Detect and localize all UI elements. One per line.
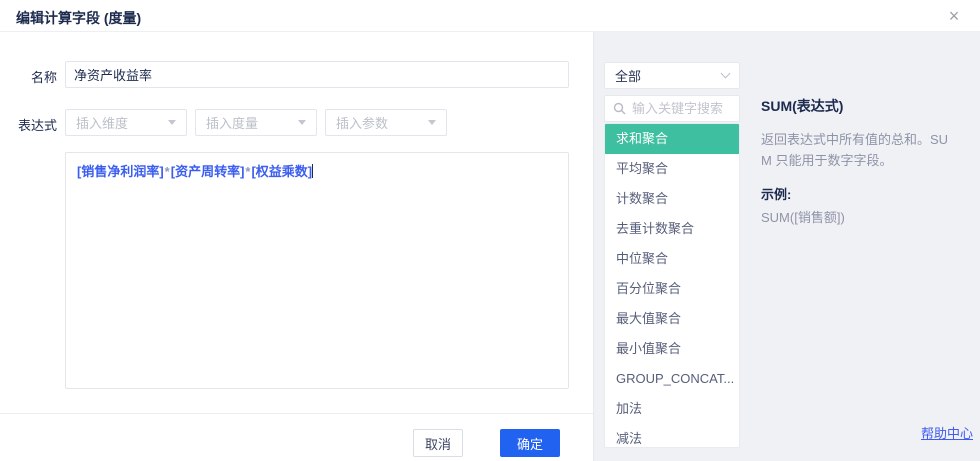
expression-editor[interactable]: [销售净利润率]*[资产周转率]*[权益乘数]: [65, 152, 569, 389]
insert-dimension-dropdown[interactable]: 插入维度: [65, 109, 187, 136]
function-reference-section: 全部 求和聚合 平均聚合 计数聚合 去重计数聚合 中位聚合 百分位聚合 最大值聚…: [593, 32, 980, 461]
expression-label: 表达式: [10, 115, 57, 134]
function-list-item[interactable]: 去重计数聚合: [605, 214, 739, 244]
function-list-item[interactable]: 最小值聚合: [605, 334, 739, 364]
function-list-item[interactable]: GROUP_CONCAT...: [605, 364, 739, 394]
function-doc-example: SUM([销售额]): [761, 207, 966, 226]
dialog-title: 编辑计算字段 (度量): [16, 8, 141, 28]
insert-dimension-placeholder: 插入维度: [76, 113, 168, 132]
form-section: 名称 表达式 插入维度 插入度量 插入参数 [销售净利润率]*[资产周转率]*[…: [0, 32, 593, 461]
function-list-item[interactable]: 平均聚合: [605, 154, 739, 184]
function-list-item[interactable]: 最大值聚合: [605, 304, 739, 334]
function-list: 求和聚合 平均聚合 计数聚合 去重计数聚合 中位聚合 百分位聚合 最大值聚合 最…: [604, 123, 740, 448]
insert-measure-dropdown[interactable]: 插入度量: [195, 109, 317, 136]
function-doc-description: 返回表达式中所有值的总和。SUM 只能用于数字字段。: [761, 129, 949, 171]
insert-parameter-placeholder: 插入参数: [336, 113, 428, 132]
function-list-item[interactable]: 计数聚合: [605, 184, 739, 214]
confirm-button[interactable]: 确定: [500, 429, 560, 457]
insert-measure-placeholder: 插入度量: [206, 113, 298, 132]
function-list-item[interactable]: 减法: [605, 424, 739, 448]
function-doc-panel: SUM(表达式) 返回表达式中所有值的总和。SUM 只能用于数字字段。 示例: …: [761, 96, 966, 226]
caret-down-icon: [168, 120, 176, 125]
name-input[interactable]: [65, 61, 569, 88]
function-search-input[interactable]: [632, 101, 731, 116]
function-doc-title: SUM(表达式): [761, 96, 966, 116]
dialog-footer: 取消 确定: [0, 413, 593, 461]
insert-parameter-dropdown[interactable]: 插入参数: [325, 109, 447, 136]
expression-field-token: [销售净利润率]: [77, 164, 164, 179]
function-search-box: [604, 95, 740, 122]
expression-field-token: [权益乘数]: [251, 164, 312, 179]
chevron-down-icon: [721, 69, 731, 79]
function-doc-example-label: 示例:: [761, 184, 966, 203]
name-label: 名称: [17, 67, 57, 86]
expression-operator: *: [164, 164, 171, 179]
caret-down-icon: [298, 120, 306, 125]
function-list-item[interactable]: 中位聚合: [605, 244, 739, 274]
text-cursor: [312, 164, 313, 178]
search-icon: [613, 102, 626, 115]
function-list-item[interactable]: 求和聚合: [605, 124, 739, 154]
cancel-button[interactable]: 取消: [413, 429, 463, 457]
caret-down-icon: [428, 120, 436, 125]
expression-field-token: [资产周转率]: [171, 164, 245, 179]
dialog-header: 编辑计算字段 (度量) ×: [0, 0, 980, 32]
edit-calculated-field-dialog: 编辑计算字段 (度量) × 名称 表达式 插入维度 插入度量 插入参数 [销售净…: [0, 0, 980, 461]
function-list-item[interactable]: 加法: [605, 394, 739, 424]
help-center-link[interactable]: 帮助中心: [921, 423, 973, 442]
function-category-dropdown[interactable]: 全部: [604, 62, 740, 89]
function-category-value: 全部: [615, 66, 722, 85]
close-icon[interactable]: ×: [944, 4, 964, 28]
function-list-item[interactable]: 百分位聚合: [605, 274, 739, 304]
